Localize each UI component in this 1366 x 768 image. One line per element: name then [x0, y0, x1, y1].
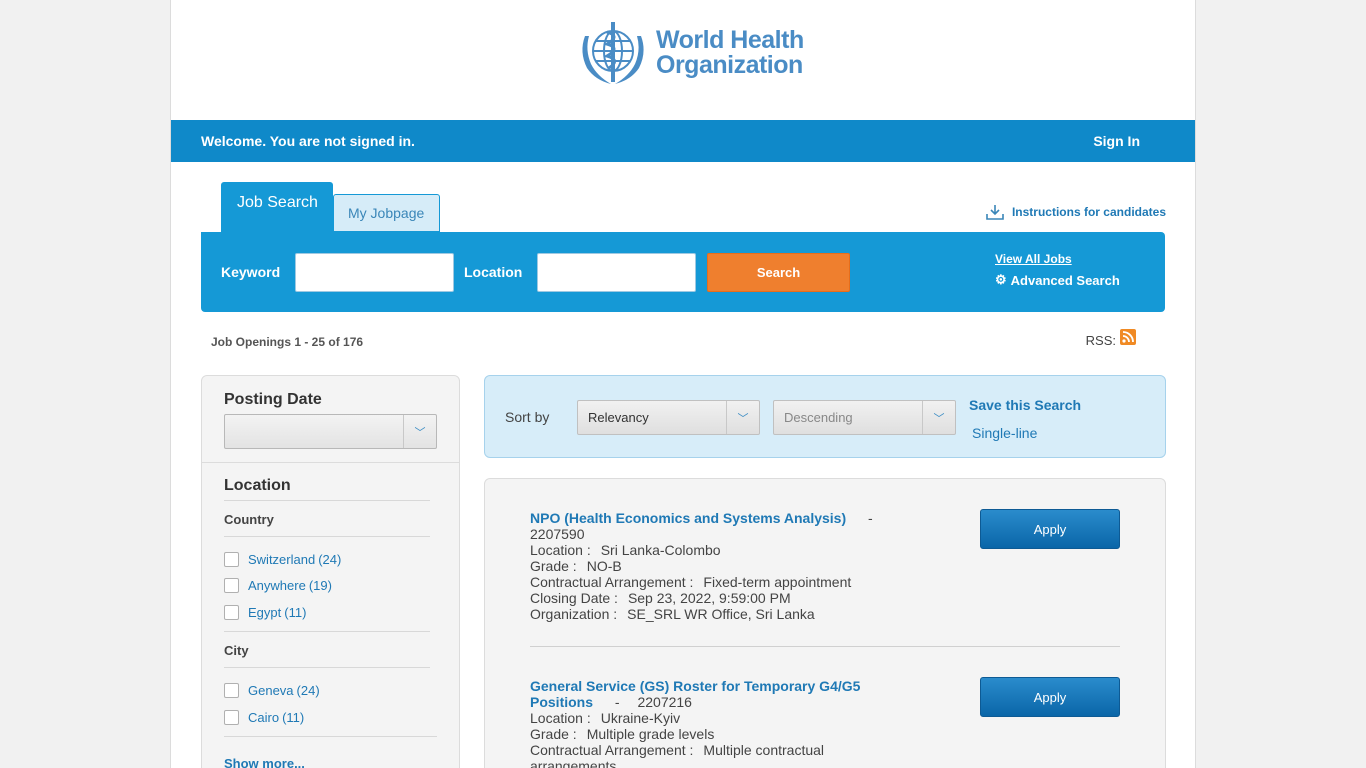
divider: [202, 462, 459, 463]
filter-sidebar: Posting Date ﹀ Location Country Switzerl…: [201, 375, 460, 768]
keyword-label: Keyword: [221, 264, 281, 280]
job-dash: -: [868, 510, 873, 526]
instructions-label: Instructions for candidates: [1011, 205, 1166, 219]
page-container: World Health Organization Welcome. You a…: [170, 0, 1196, 768]
job-location-label: Location :: [530, 542, 591, 558]
job-title-link[interactable]: General Service (GS) Roster for Temporar…: [530, 678, 860, 694]
location-heading: Location: [224, 477, 291, 494]
brand-line-2: Organization: [656, 51, 803, 79]
chevron-down-icon: ﹀: [403, 415, 436, 448]
filter-count: (24): [318, 552, 342, 567]
sort-field-select[interactable]: Relevancy ﹀: [577, 400, 760, 435]
rss-icon[interactable]: [1120, 329, 1136, 345]
instructions-link[interactable]: Instructions for candidates: [986, 204, 1166, 220]
chevron-down-icon: ﹀: [726, 401, 759, 434]
search-panel: Keyword Location Search View All Jobs ⚙ …: [201, 232, 1165, 312]
sort-field-value: Relevancy: [588, 410, 649, 425]
job-dash: -: [614, 694, 620, 710]
sort-order-select[interactable]: Descending ﹀: [773, 400, 956, 435]
rss-label: RSS:: [1085, 332, 1116, 348]
rss-link[interactable]: RSS:: [1085, 329, 1136, 348]
job-contract: Multiple contractual: [703, 742, 825, 758]
job-results-list: NPO (Health Economics and Systems Analys…: [484, 478, 1166, 768]
job-title-link[interactable]: NPO (Health Economics and Systems Analys…: [530, 510, 846, 526]
who-emblem-icon: [582, 22, 644, 84]
welcome-bar: Welcome. You are not signed in. Sign In: [171, 120, 1195, 162]
divider: [224, 500, 430, 501]
gear-icon: ⚙: [995, 272, 1007, 287]
divider: [224, 631, 430, 632]
download-icon: [986, 205, 1004, 220]
keyword-input[interactable]: [295, 253, 454, 292]
tab-job-search[interactable]: Job Search: [221, 182, 333, 232]
filter-label: Egypt: [248, 605, 282, 620]
job-number: 2207216: [637, 694, 692, 710]
filter-country-egypt[interactable]: Egypt (11): [224, 605, 306, 620]
job-organization: SE_SRL WR Office, Sri Lanka: [627, 606, 815, 622]
advanced-search-link[interactable]: ⚙ Advanced Search: [995, 272, 1120, 288]
job-closing-date: Sep 23, 2022, 9:59:00 PM: [627, 590, 791, 606]
sort-panel: Sort by Relevancy ﹀ Descending ﹀ Save th…: [484, 375, 1166, 458]
job-contract: Fixed-term appointment: [703, 574, 852, 590]
divider: [530, 646, 1120, 647]
tab-my-jobpage[interactable]: My Jobpage: [333, 194, 440, 232]
sort-by-label: Sort by: [505, 409, 550, 425]
sort-order-value: Descending: [784, 410, 853, 425]
city-heading: City: [224, 643, 249, 658]
who-logo[interactable]: World Health Organization: [575, 18, 804, 88]
job-location: Ukraine-Kyiv: [600, 710, 681, 726]
filter-count: (19): [308, 578, 332, 593]
save-search-link[interactable]: Save this Search: [969, 397, 1081, 413]
job-grade: Multiple grade levels: [586, 726, 715, 742]
brand-line-1: World Health: [656, 26, 804, 54]
search-button[interactable]: Search: [707, 253, 850, 292]
checkbox[interactable]: [224, 710, 239, 725]
divider: [224, 536, 430, 537]
chevron-down-icon: ﹀: [922, 401, 955, 434]
job-grade-label: Grade :: [530, 726, 577, 742]
single-line-link[interactable]: Single-line: [972, 425, 1037, 441]
filter-city-cairo[interactable]: Cairo (11): [224, 710, 304, 725]
filter-city-geneva[interactable]: Geneva (24): [224, 683, 320, 698]
checkbox[interactable]: [224, 578, 239, 593]
checkbox[interactable]: [224, 605, 239, 620]
filter-label: Cairo: [248, 710, 280, 725]
apply-button[interactable]: Apply: [980, 677, 1120, 717]
job-grade: NO-B: [586, 558, 622, 574]
filter-count: (11): [282, 710, 305, 725]
apply-button[interactable]: Apply: [980, 509, 1120, 549]
posting-date-heading: Posting Date: [224, 391, 322, 408]
filter-label: Geneva: [248, 683, 294, 698]
view-all-jobs-link[interactable]: View All Jobs: [995, 252, 1072, 266]
job-location: Sri Lanka-Colombo: [600, 542, 721, 558]
job-openings-count: Job Openings 1 - 25 of 176: [211, 335, 364, 349]
advanced-search-label: Advanced Search: [1010, 272, 1120, 288]
checkbox[interactable]: [224, 683, 239, 698]
job-contract-label: Contractual Arrangement :: [530, 574, 694, 590]
job-grade-label: Grade :: [530, 558, 577, 574]
divider: [224, 667, 430, 668]
location-label: Location: [464, 264, 523, 280]
show-more-link[interactable]: Show more...: [224, 756, 305, 768]
divider: [224, 736, 437, 737]
filter-label: Switzerland: [248, 552, 316, 567]
country-heading: Country: [224, 512, 274, 527]
welcome-message: Welcome. You are not signed in.: [201, 133, 415, 149]
who-wordmark: World Health Organization: [656, 28, 804, 78]
job-contract-label: Contractual Arrangement :: [530, 742, 694, 758]
filter-count: (24): [296, 683, 320, 698]
filter-label: Anywhere: [248, 578, 306, 593]
sign-in-link[interactable]: Sign In: [1093, 133, 1140, 149]
filter-count: (11): [284, 605, 307, 620]
filter-country-anywhere[interactable]: Anywhere (19): [224, 578, 332, 593]
job-location-label: Location :: [530, 710, 591, 726]
job-org-label: Organization :: [530, 606, 618, 622]
posting-date-select[interactable]: ﹀: [224, 414, 437, 449]
filter-country-switzerland[interactable]: Switzerland (24): [224, 552, 341, 567]
job-title-link-cont[interactable]: Positions: [530, 694, 593, 710]
job-contract-cont: arrangements: [530, 758, 617, 768]
location-input[interactable]: [537, 253, 696, 292]
job-closing-label: Closing Date :: [530, 590, 618, 606]
checkbox[interactable]: [224, 552, 239, 567]
